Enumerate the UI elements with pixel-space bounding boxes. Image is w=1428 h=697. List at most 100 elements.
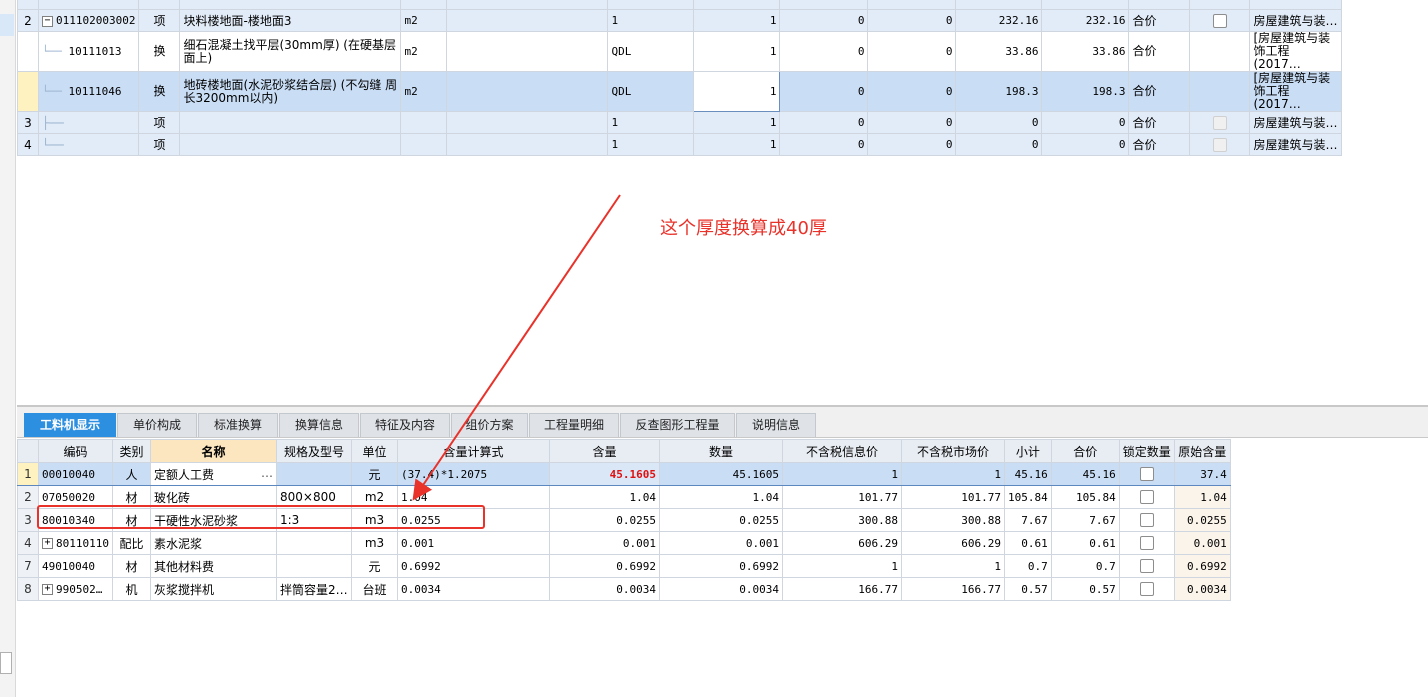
resource-unit[interactable]: m3: [350, 531, 398, 555]
item-profession[interactable]: [房屋建筑与装饰工程 (2017…: [1249, 71, 1342, 112]
item-code[interactable]: −011102003002: [37, 9, 140, 32]
tab-pricing-plan[interactable]: 组价方案: [451, 413, 528, 437]
table-row[interactable]: 7 49010040 材 其他材料费 元 0.6992 0.6992 0.699…: [17, 554, 1231, 578]
resource-quantity[interactable]: 1.04: [658, 485, 783, 509]
table-row[interactable]: 8 +990502… 机 灰浆搅拌机 拌筒容量2… 台班 0.0034 0.00…: [17, 577, 1231, 601]
item-calc-mode[interactable]: 合价: [1128, 71, 1191, 112]
resource-code[interactable]: 00010040: [38, 462, 113, 486]
resource-content[interactable]: 0.6992: [548, 554, 660, 578]
resource-formula[interactable]: 0.0255: [396, 508, 550, 532]
resource-spec[interactable]: 拌筒容量2…: [275, 577, 352, 601]
item-qty-expr[interactable]: QDL: [607, 71, 695, 112]
item-qty-expr[interactable]: QDL: [607, 31, 695, 72]
resource-unit[interactable]: 台班: [350, 577, 398, 601]
header-market-price[interactable]: 不含税市场价: [900, 439, 1005, 463]
more-options-icon[interactable]: …: [261, 466, 273, 480]
header-unit[interactable]: 单位: [350, 439, 398, 463]
item-unit[interactable]: [400, 133, 448, 156]
resource-code[interactable]: +80110110: [38, 531, 113, 555]
item-qty[interactable]: 1: [693, 133, 781, 156]
item-unit[interactable]: m2: [400, 9, 448, 32]
resource-name[interactable]: 灰浆搅拌机: [149, 577, 277, 601]
header-content[interactable]: 含量: [548, 439, 660, 463]
item-unit[interactable]: m2: [400, 31, 448, 72]
header-category[interactable]: 类别: [111, 439, 151, 463]
resource-code[interactable]: 07050020: [38, 485, 113, 509]
checkbox-icon[interactable]: [1212, 13, 1227, 28]
resource-market-price[interactable]: 166.77: [900, 577, 1005, 601]
resource-spec[interactable]: [275, 554, 352, 578]
resource-lock[interactable]: [1118, 531, 1175, 555]
checkbox-icon[interactable]: [1139, 513, 1154, 528]
resource-unit[interactable]: m3: [350, 508, 398, 532]
item-code[interactable]: ├──: [37, 111, 140, 134]
item-name[interactable]: 地砖楼地面(水泥砂浆结合层) (不勾缝 周长3200mm以内): [179, 71, 402, 112]
header-formula[interactable]: 含量计算式: [396, 439, 550, 463]
header-subtotal[interactable]: 小计: [1003, 439, 1052, 463]
resource-formula[interactable]: 0.001: [396, 531, 550, 555]
item-code[interactable]: └── 10111046: [37, 71, 140, 112]
left-panel-selected-item[interactable]: [0, 14, 14, 36]
item-qty-expr[interactable]: 1: [607, 111, 695, 134]
item-qty-expr[interactable]: 1: [607, 9, 695, 32]
header-total[interactable]: 合价: [1050, 439, 1120, 463]
checkbox-icon[interactable]: [1139, 582, 1154, 597]
resource-unit[interactable]: 元: [350, 462, 398, 486]
resource-category[interactable]: 材: [111, 508, 151, 532]
item-name[interactable]: 块料楼地面-楼地面3: [179, 9, 402, 32]
tab-conversion-info[interactable]: 换算信息: [279, 413, 359, 437]
item-name[interactable]: [179, 133, 402, 156]
table-row-selected[interactable]: 1 00010040 人 定额人工费… 元 (37.4)*1.2075 45.1…: [17, 462, 1231, 486]
resource-formula[interactable]: 0.0034: [396, 577, 550, 601]
resource-lock[interactable]: [1118, 508, 1175, 532]
table-row[interactable]: 3 80010340 材 干硬性水泥砂浆 1:3 m3 0.0255 0.025…: [17, 508, 1231, 532]
checkbox-icon[interactable]: [1139, 536, 1154, 551]
header-original-content[interactable]: 原始含量: [1173, 439, 1231, 463]
item-qty[interactable]: 1: [693, 111, 781, 134]
item-unit[interactable]: [400, 111, 448, 134]
tab-unit-price-composition[interactable]: 单价构成: [117, 413, 197, 437]
item-calc-mode[interactable]: 合价: [1128, 9, 1191, 32]
item-profession[interactable]: 房屋建筑与装…: [1249, 9, 1342, 32]
resource-quantity[interactable]: 0.001: [658, 531, 783, 555]
resource-name[interactable]: 干硬性水泥砂浆: [149, 508, 277, 532]
resource-code[interactable]: 80010340: [38, 508, 113, 532]
item-calc-mode[interactable]: 合价: [1128, 133, 1191, 156]
resource-formula[interactable]: 1.04: [396, 485, 550, 509]
item-name[interactable]: 细石混凝土找平层(30mm厚) (在硬基层面上): [179, 31, 402, 72]
item-qty[interactable]: 1: [693, 9, 781, 32]
item-profession[interactable]: 房屋建筑与装…: [1249, 133, 1342, 156]
resource-formula[interactable]: 0.6992: [396, 554, 550, 578]
item-calc-mode[interactable]: 合价: [1128, 111, 1191, 134]
header-code[interactable]: 编码: [38, 439, 113, 463]
resource-name[interactable]: 玻化砖: [149, 485, 277, 509]
item-expression[interactable]: [446, 31, 609, 72]
resource-name[interactable]: 其他材料费: [149, 554, 277, 578]
resource-market-price[interactable]: 1: [900, 554, 1005, 578]
resource-spec[interactable]: 1:3: [275, 508, 352, 532]
resource-market-price[interactable]: 606.29: [900, 531, 1005, 555]
resource-name[interactable]: 素水泥浆: [149, 531, 277, 555]
item-code[interactable]: └── 10111013: [37, 31, 140, 72]
resource-quantity[interactable]: 0.6992: [658, 554, 783, 578]
resource-spec[interactable]: [275, 462, 352, 486]
tab-labor-material-machine[interactable]: 工料机显示: [24, 413, 116, 437]
resource-category[interactable]: 机: [111, 577, 151, 601]
resource-quantity[interactable]: 0.0255: [658, 508, 783, 532]
left-panel-input[interactable]: [0, 652, 12, 674]
table-row[interactable]: 2 07050020 材 玻化砖 800×800 m2 1.04 1.04 1.…: [17, 485, 1231, 509]
tab-quantity-detail[interactable]: 工程量明细: [529, 413, 619, 437]
item-expression[interactable]: [446, 9, 609, 32]
header-lock-qty[interactable]: 锁定数量: [1118, 439, 1175, 463]
resource-market-price[interactable]: 300.88: [900, 508, 1005, 532]
item-expression[interactable]: [446, 71, 609, 112]
resource-spec[interactable]: 800×800: [275, 485, 352, 509]
resource-lock[interactable]: [1118, 554, 1175, 578]
table-row[interactable]: └── 10111013 换 细石混凝土找平层(30mm厚) (在硬基层面上) …: [17, 31, 1342, 72]
item-profession[interactable]: 房屋建筑与装…: [1249, 111, 1342, 134]
tab-features-content[interactable]: 特征及内容: [360, 413, 450, 437]
resource-market-price[interactable]: 1: [900, 462, 1005, 486]
resource-lock[interactable]: [1118, 577, 1175, 601]
resource-market-price[interactable]: 101.77: [900, 485, 1005, 509]
item-expression[interactable]: [446, 133, 609, 156]
